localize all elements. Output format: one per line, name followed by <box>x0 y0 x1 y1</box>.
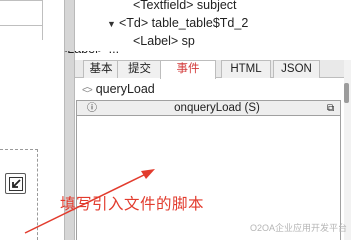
tab-html[interactable]: HTML <box>221 60 271 78</box>
tree-node-td[interactable]: ▼ <Td> table_table$Td_2 <box>107 16 248 31</box>
script-section-header[interactable]: <> queryLoad <box>76 80 342 98</box>
tab-submit[interactable]: 提交 <box>117 60 162 78</box>
dashed-guide-vertical <box>37 149 38 240</box>
arrow-down-icon[interactable]: ▼ <box>107 17 119 31</box>
tree-node-label-sp[interactable]: <Label> sp <box>133 34 195 48</box>
event-title: onqueryLoad (S) <box>174 102 260 114</box>
form-field-box-lower <box>0 26 43 40</box>
tree-node-label: <Td> table_table$Td_2 <box>119 16 249 30</box>
tab-basic[interactable]: 基本 <box>83 60 119 78</box>
annotation-text: 填写引入文件的脚本 <box>60 196 205 213</box>
tree-node-partial: <Label> ... <box>60 51 210 57</box>
watermark: O2OA企业应用开发平台 <box>250 223 348 233</box>
tab-json[interactable]: JSON <box>273 60 320 78</box>
scrollbar-thumb[interactable] <box>344 83 349 103</box>
property-tabs: 基本 提交 事件 HTML JSON <box>75 60 344 79</box>
tab-events[interactable]: 事件 <box>160 60 216 79</box>
tree-node-label: <Label> sp <box>133 34 195 48</box>
form-field-box[interactable] <box>0 0 43 26</box>
info-icon[interactable]: ⓘ <box>87 101 97 116</box>
tree-node-label: <Textfield> subject <box>133 0 237 12</box>
restore-icon[interactable]: ⧉ <box>327 102 334 115</box>
fit-to-window-icon <box>9 177 23 191</box>
tree-node-textfield[interactable]: <Textfield> subject <box>133 0 237 12</box>
code-icon: <> <box>82 85 93 96</box>
script-name: queryLoad <box>95 82 155 96</box>
fit-to-window-button[interactable] <box>5 173 26 194</box>
dashed-guide-horizontal <box>0 149 38 150</box>
event-editor-header: ⓘ onqueryLoad (S) ⧉ <box>76 100 341 116</box>
